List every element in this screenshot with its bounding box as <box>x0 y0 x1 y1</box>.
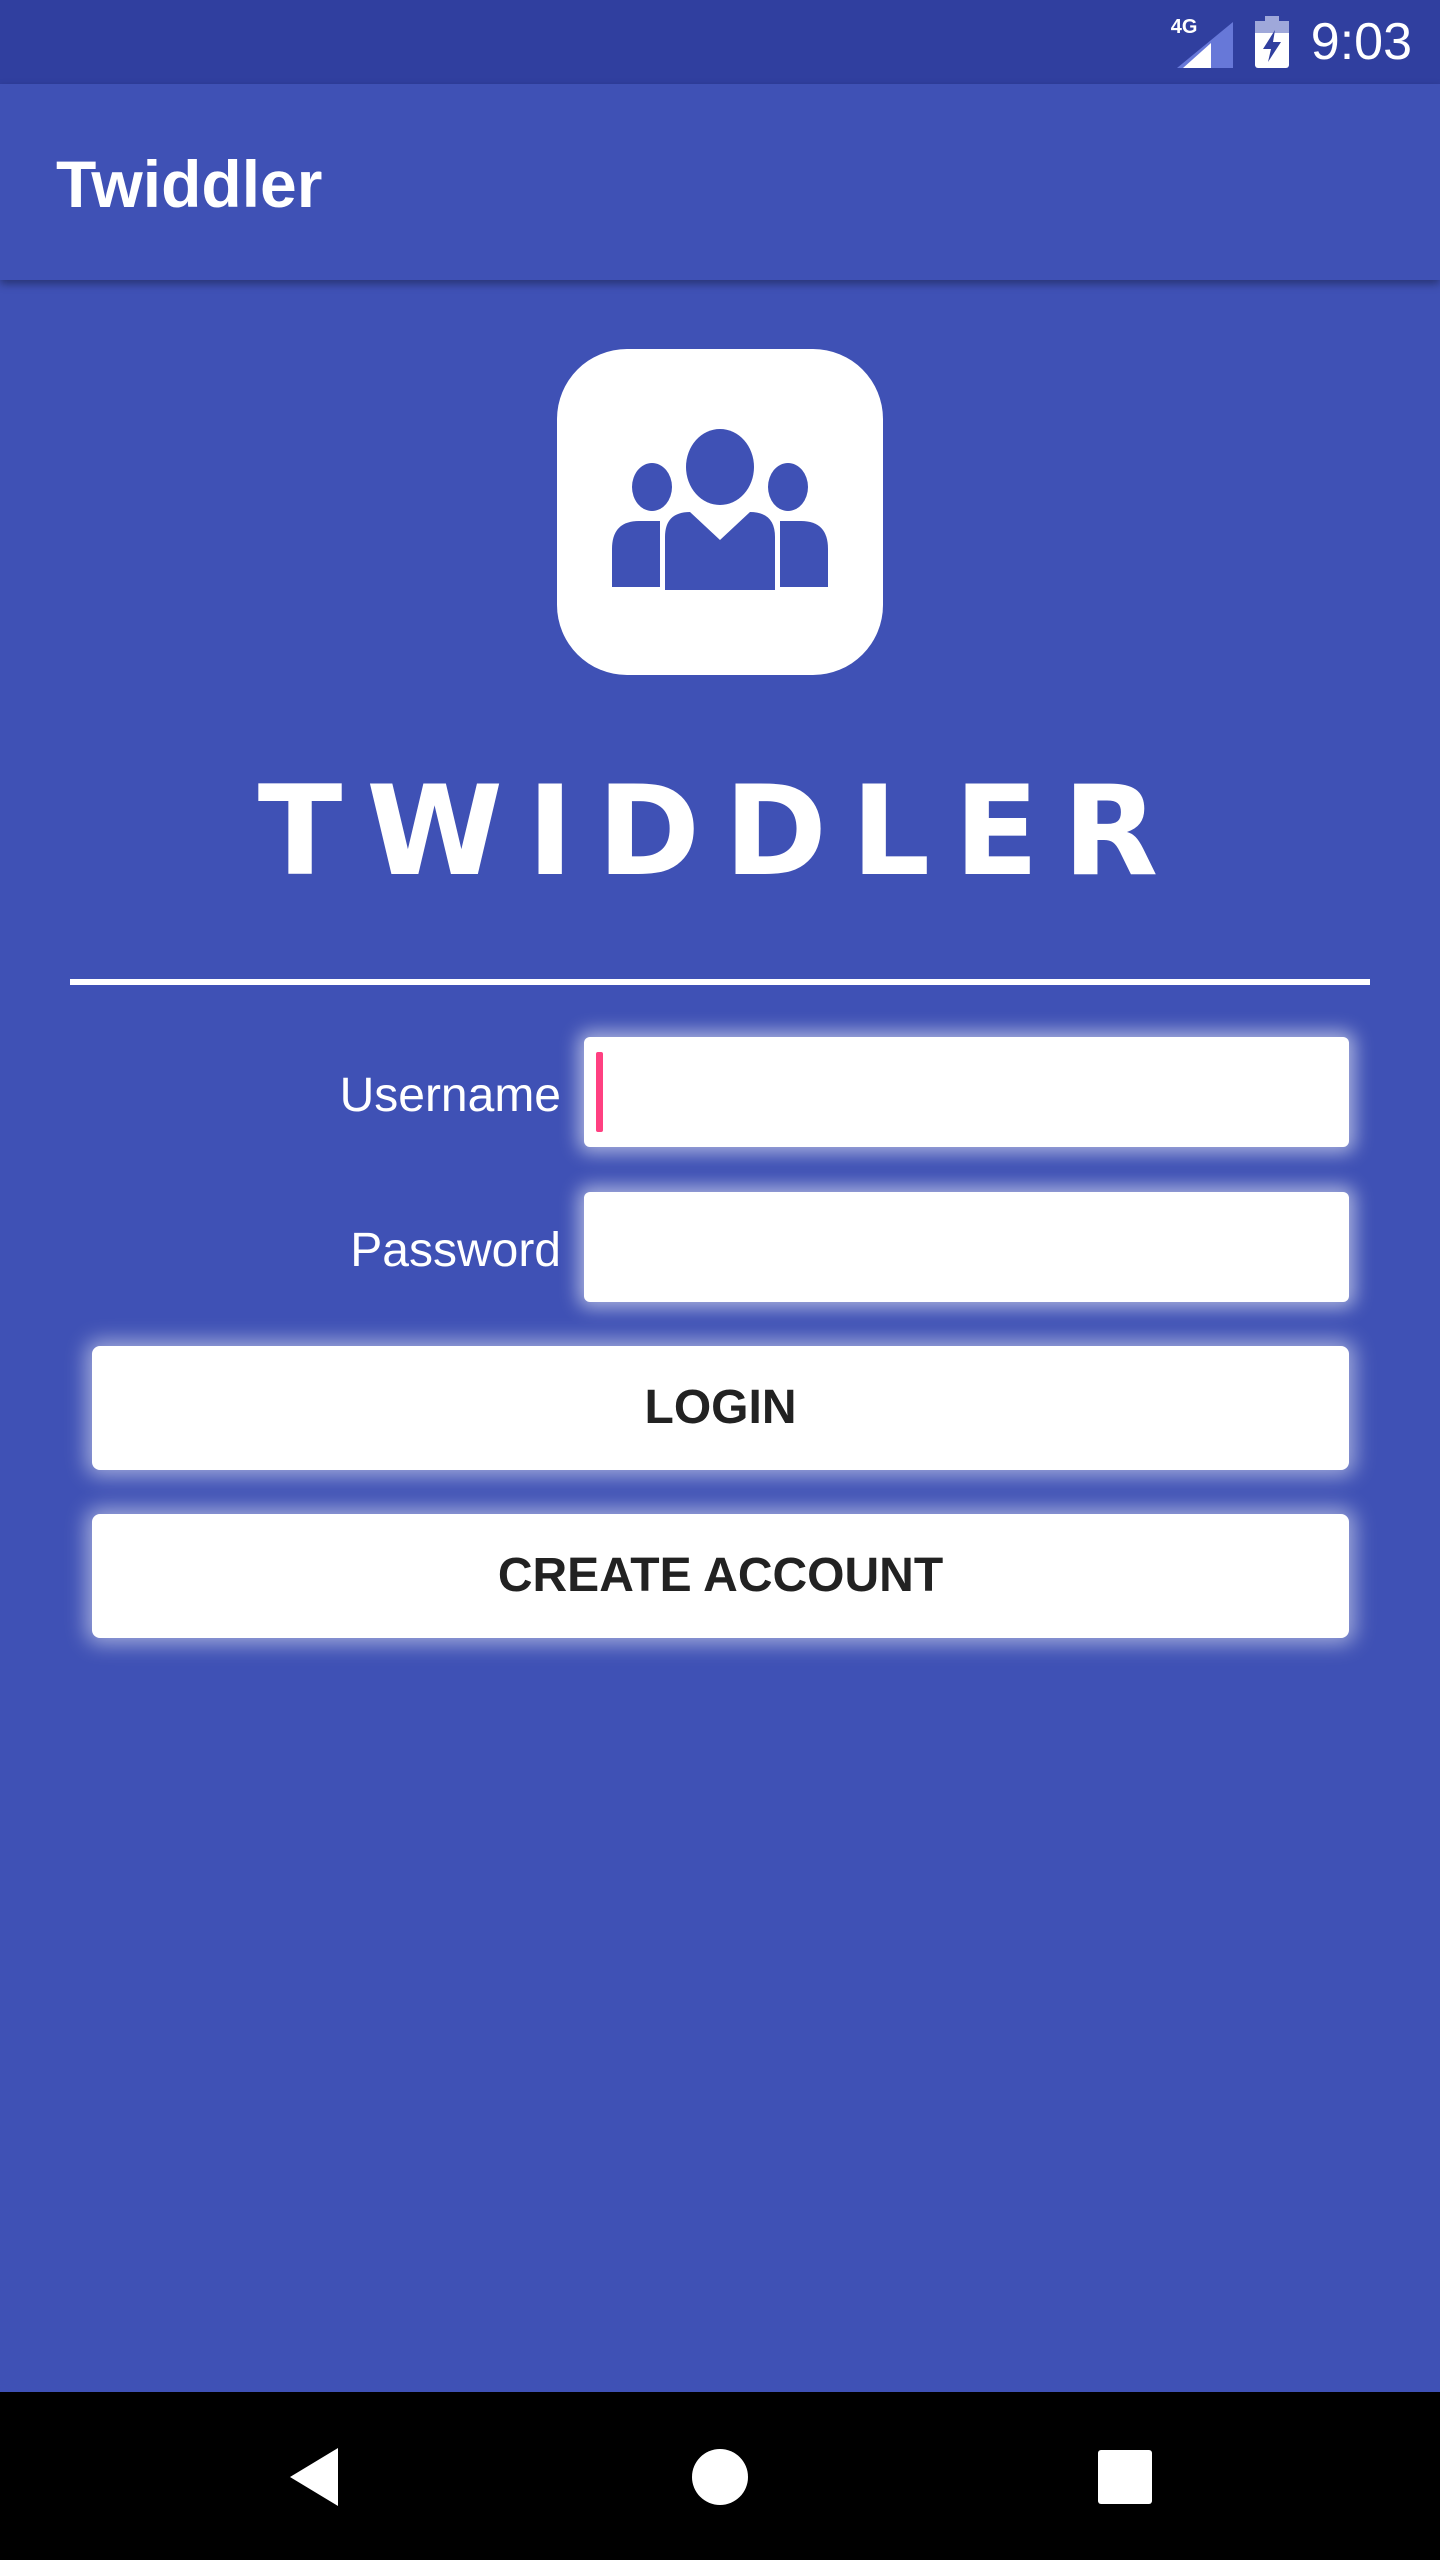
signal-icon: 4G <box>1171 16 1233 68</box>
password-label: Password <box>350 1224 561 1277</box>
create-account-button[interactable]: CREATE ACCOUNT <box>92 1514 1349 1638</box>
battery-charging-icon <box>1254 16 1289 68</box>
text-cursor <box>596 1052 603 1132</box>
home-icon[interactable] <box>675 2432 765 2522</box>
brand-wordmark: TWIDDLER <box>257 760 1183 904</box>
back-icon[interactable] <box>270 2432 360 2522</box>
password-input[interactable] <box>584 1192 1349 1302</box>
status-bar: 4G 9:03 <box>0 0 1440 84</box>
people-group-icon <box>612 429 828 590</box>
status-icons: 4G 9:03 <box>1171 0 1412 84</box>
status-clock: 9:03 <box>1310 13 1412 71</box>
app-bar: Twiddler <box>0 84 1440 280</box>
navigation-bar <box>0 2392 1440 2560</box>
username-label: Username <box>339 1069 561 1122</box>
app-title: Twiddler <box>56 147 323 221</box>
login-button[interactable]: LOGIN <box>92 1346 1349 1470</box>
app-logo <box>557 349 883 675</box>
recents-icon[interactable] <box>1080 2432 1170 2522</box>
username-input[interactable] <box>584 1037 1349 1147</box>
divider <box>70 979 1370 985</box>
